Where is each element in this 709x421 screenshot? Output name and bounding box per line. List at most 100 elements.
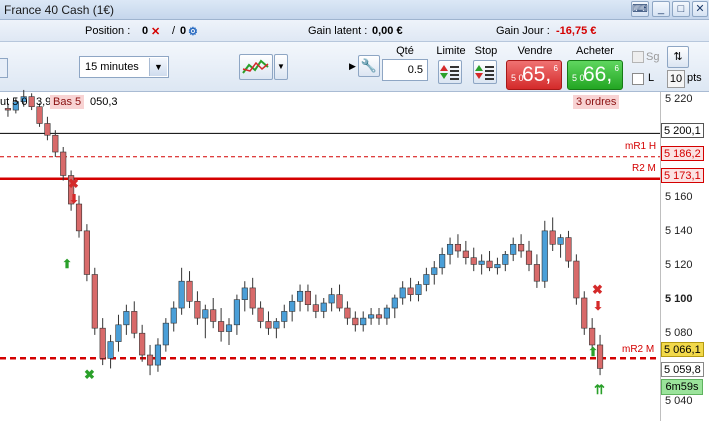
candle-body: [4, 108, 12, 111]
candle-body: [162, 322, 169, 346]
candle-body: [123, 311, 130, 326]
candle-body: [44, 123, 51, 136]
level-price-box: 5 173,1: [661, 168, 704, 183]
level-price-box: 5 200,1: [661, 123, 704, 138]
candle-body: [494, 264, 501, 269]
candle-body: [296, 290, 304, 302]
sell-arrow-icon: ⬇: [593, 299, 604, 313]
level-label-r2m: R2 M: [632, 163, 656, 174]
candle-body: [36, 106, 43, 124]
candle-body: [273, 321, 280, 329]
axis-tick: 5 100: [665, 293, 693, 305]
candle-body: [320, 302, 327, 312]
candle-body: [589, 327, 596, 346]
candle-body: [91, 274, 98, 329]
candle-body: [399, 287, 406, 299]
candle-body: [470, 257, 477, 265]
candle-body: [265, 321, 272, 329]
candle-body: [525, 250, 533, 265]
candle-body: [304, 290, 312, 305]
candle-body: [573, 260, 580, 299]
candle-body: [518, 243, 525, 252]
level-label-mr2m: mR2 M: [622, 344, 655, 355]
cancel-order-icon[interactable]: ✖: [84, 368, 95, 381]
candle-body: [210, 309, 217, 322]
candle-body: [225, 324, 233, 332]
candle-body: [557, 237, 564, 245]
high-note-value: 3,9: [36, 96, 52, 108]
candle-body: [131, 311, 138, 334]
candle-body: [352, 317, 359, 326]
buy-arrow-icon: ⬆: [62, 257, 73, 271]
candle-body: [170, 307, 177, 324]
candle-body: [596, 344, 604, 369]
candle-body: [312, 304, 319, 312]
axis-tick: 5 040: [665, 395, 693, 407]
high-note: ut 5 0: [0, 96, 28, 108]
candle-body: [368, 314, 375, 319]
candle-body: [423, 274, 430, 285]
axis-tick: 5 140: [665, 225, 693, 237]
axis-tick: 5 120: [665, 259, 693, 271]
candle-body: [328, 294, 335, 304]
candle-body: [462, 250, 469, 259]
axis-tick: 5 160: [665, 191, 693, 203]
candle-body: [431, 267, 438, 275]
candle-body: [510, 243, 517, 255]
candle-body: [446, 243, 454, 255]
candle-body: [139, 332, 146, 356]
trading-window: France 40 Cash (1€) ⌨ _ □ ✕ Position : 0…: [0, 0, 709, 421]
candle-body: [281, 311, 288, 322]
orders-badge[interactable]: 3 ordres: [573, 95, 620, 109]
candle-body: [241, 287, 248, 300]
candle-body: [336, 294, 343, 309]
candle-body: [75, 203, 83, 232]
level-price-box: 5 066,1: [661, 342, 704, 357]
candle-body: [360, 317, 367, 326]
cancel-order-icon[interactable]: ✖: [592, 283, 603, 296]
candle-body: [60, 151, 67, 176]
low-note: Bas 5: [50, 95, 85, 109]
candle-body: [154, 344, 162, 366]
candle-body: [202, 309, 209, 319]
candle-body: [257, 307, 264, 322]
candle-body: [383, 307, 390, 319]
candle-body: [454, 243, 462, 252]
candle-body: [439, 254, 446, 269]
candle-body: [52, 134, 59, 153]
candle-body: [391, 297, 398, 309]
candle-body: [549, 230, 556, 245]
candle-body: [28, 96, 35, 108]
candle-body: [502, 254, 509, 265]
candle-body: [186, 280, 193, 302]
candle-body: [99, 327, 106, 359]
candle-body: [83, 230, 90, 275]
low-note-value: 050,3: [90, 96, 118, 108]
current-price-box: 5 059,8: [661, 362, 704, 377]
buy-arrow-icon: ⬆: [588, 345, 599, 359]
candle-body: [415, 284, 422, 295]
candle-body: [565, 237, 572, 262]
candle-body: [533, 264, 540, 282]
candle-body: [344, 307, 351, 319]
candle-body: [194, 301, 201, 319]
candle-body: [115, 324, 122, 342]
candle-body: [289, 301, 296, 312]
sell-arrow-icon: ⬇: [69, 192, 80, 206]
candle-body: [107, 341, 114, 359]
candle-body: [146, 354, 154, 366]
level-price-box: 5 186,2: [661, 146, 704, 161]
candle-body: [541, 230, 548, 282]
candle-body: [218, 321, 225, 332]
candlestick-chart[interactable]: [0, 0, 709, 421]
candle-countdown: 6m59s: [661, 379, 703, 395]
candle-body: [486, 260, 493, 269]
axis-tick: 5 080: [665, 327, 693, 339]
candle-body: [249, 287, 256, 309]
level-label-mr1h: mR1 H: [625, 141, 657, 152]
cancel-order-icon[interactable]: ✖: [68, 177, 79, 190]
candle-body: [581, 297, 588, 329]
candle-body: [407, 287, 414, 295]
buy-double-arrow-icon: ⇈: [594, 382, 605, 397]
candle-body: [375, 314, 383, 319]
